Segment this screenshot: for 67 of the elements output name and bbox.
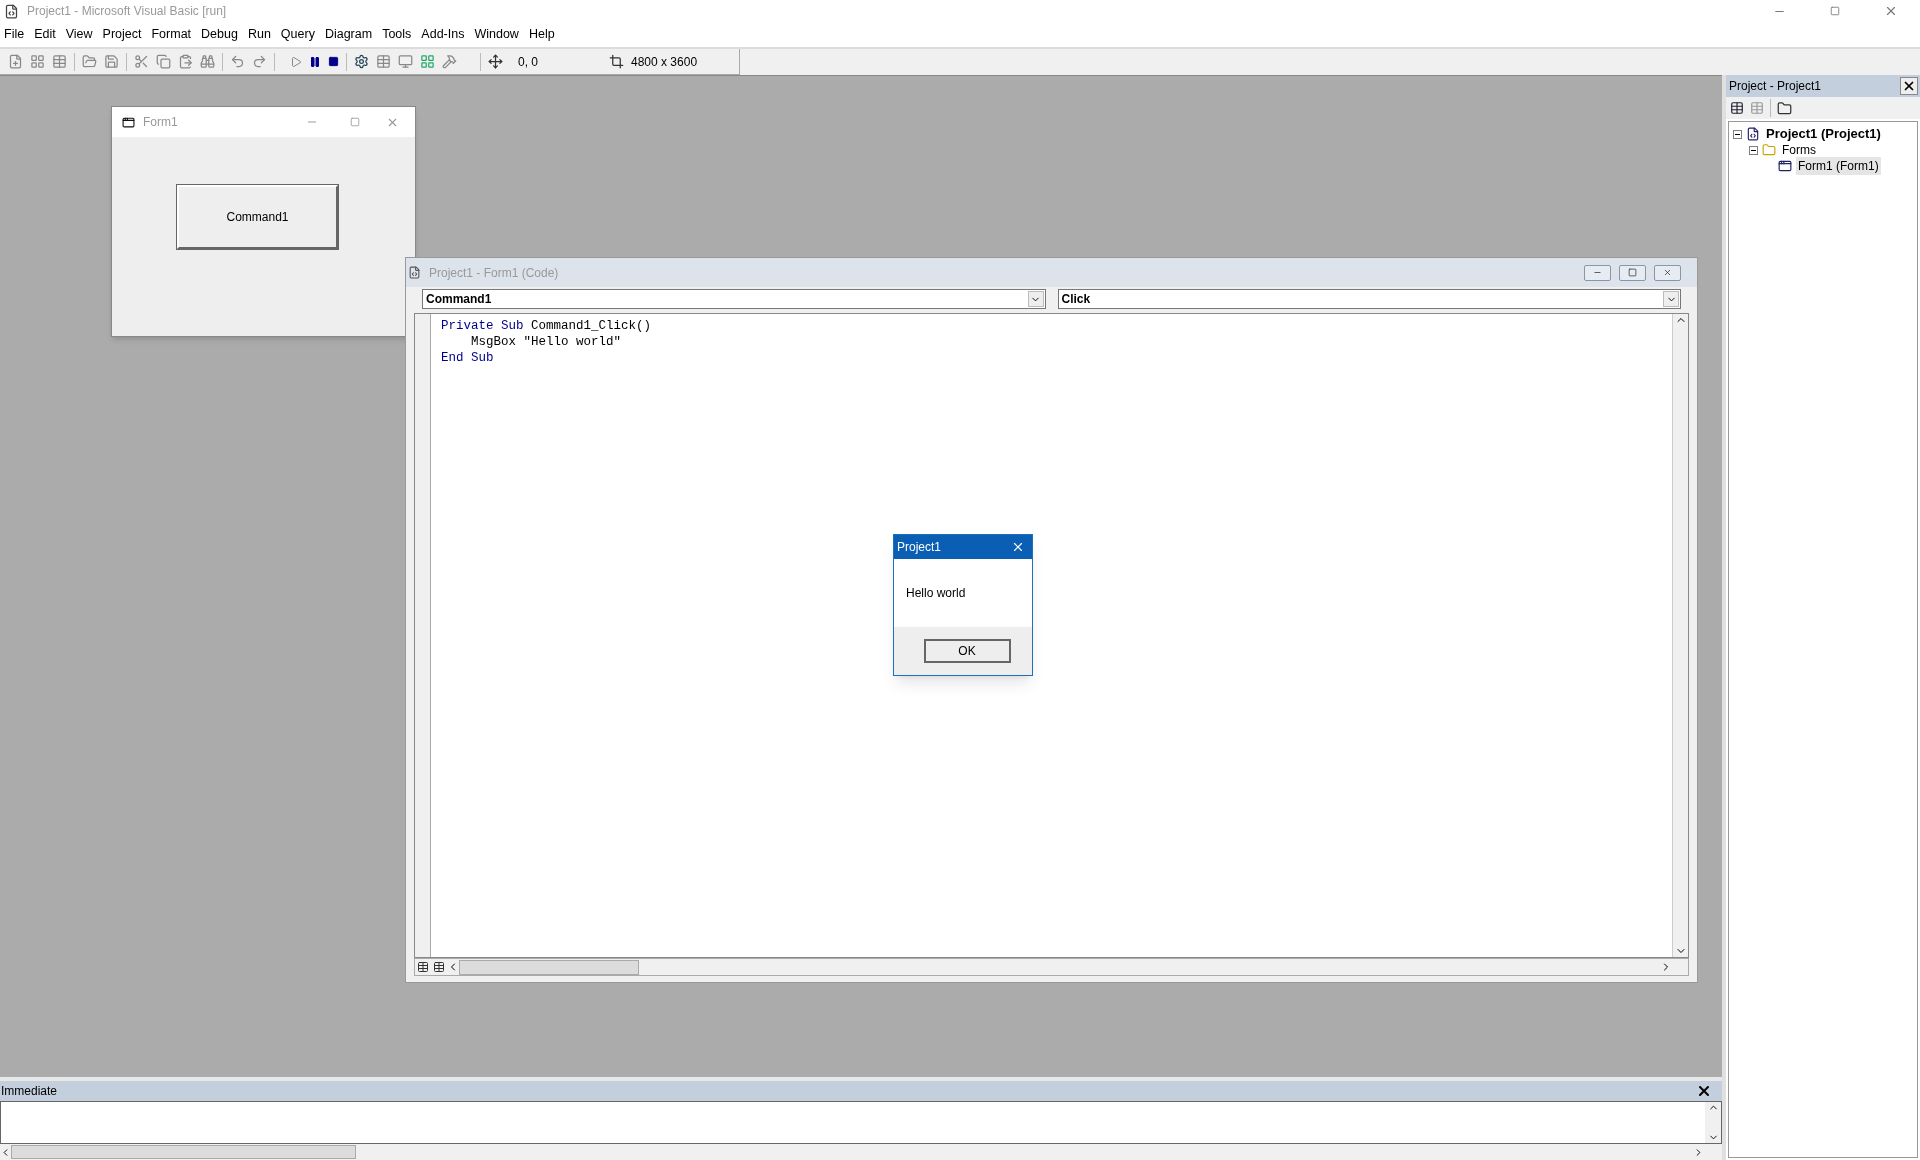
save-icon[interactable] [104,54,119,69]
menu-item[interactable]: Help [528,25,555,44]
toggle-folders-icon[interactable] [1777,100,1792,116]
position-icon [488,54,503,69]
ok-button[interactable]: OK [923,639,1011,663]
vertical-scrollbar[interactable] [1672,314,1688,957]
menu-item[interactable]: Run [247,25,271,44]
find-icon[interactable] [200,54,215,69]
open-folder-icon[interactable] [82,54,97,69]
menu-item[interactable]: Project [102,25,142,44]
menu-item[interactable]: Debug [201,25,238,44]
form-icon [1778,159,1792,173]
cut-icon[interactable] [134,54,149,69]
pause-icon[interactable] [309,55,321,68]
object-dropdown[interactable]: Command1 [422,289,1046,309]
copy-icon[interactable] [156,54,171,69]
menu-item[interactable]: Add-Ins [421,25,465,44]
paste-icon[interactable] [178,54,193,69]
position-readout: 0, 0 [518,53,539,71]
window-title: Project1 - Microsoft Visual Basic [run] [27,3,228,20]
close-button[interactable] [1900,77,1918,95]
menu-item[interactable]: Format [151,25,192,44]
menu-item[interactable]: View [65,25,93,44]
code-window-title: Project1 - Form1 (Code) [429,264,560,282]
undo-icon[interactable] [230,54,245,69]
collapse-icon[interactable] [1733,129,1742,139]
immediate-title: Immediate [1,1083,59,1100]
close-icon [1902,79,1916,93]
menu-item[interactable]: File [4,25,25,44]
restore-icon[interactable] [1830,6,1840,16]
scrollbar-thumb[interactable] [11,1145,356,1159]
tree-item[interactable]: Project1 (Project1) [1764,124,1883,144]
close-icon[interactable] [1696,1083,1712,1099]
project-icon [1746,127,1760,141]
maximize-icon[interactable] [350,117,360,127]
menu-item[interactable]: Query [280,25,315,44]
code-line: End Sub [441,350,494,366]
start-icon[interactable] [290,55,302,68]
menu-item[interactable]: Window [474,25,519,44]
menu-item[interactable]: Edit [34,25,56,44]
collapse-icon[interactable] [1749,145,1758,155]
code-icon [408,266,421,279]
code-line: Private Sub Command1_Click() [441,318,652,334]
close-icon [1663,268,1672,277]
command-button[interactable]: Command1 [177,185,338,249]
add-project-icon[interactable] [8,54,23,69]
app-icon [4,3,19,19]
close-icon[interactable] [1011,540,1025,554]
stop-icon[interactable] [328,56,339,67]
menu-item[interactable]: Tools [382,25,412,44]
tree-item[interactable]: Form1 (Form1) [1796,157,1881,175]
procedure-dropdown[interactable]: Click [1057,289,1681,309]
code-line: MsgBox "Hello world" [470,334,622,350]
redo-icon[interactable] [252,54,267,69]
restore-icon [1628,268,1637,277]
folder-icon [1762,143,1776,157]
message-box-title: Project1 [897,539,943,556]
scrollbar-thumb[interactable] [459,959,639,975]
minimize-button[interactable] [1584,264,1611,281]
restore-button[interactable] [1619,264,1646,281]
message-text: Hello world [906,585,966,602]
size-readout: 4800 x 3600 [631,53,698,71]
menu-item[interactable]: Diagram [324,25,373,44]
form-icon [122,115,135,129]
project-explorer-title: Project - Project1 [1729,78,1823,95]
tree-item[interactable]: Forms [1780,141,1818,159]
form-title: Form1 [143,114,179,131]
